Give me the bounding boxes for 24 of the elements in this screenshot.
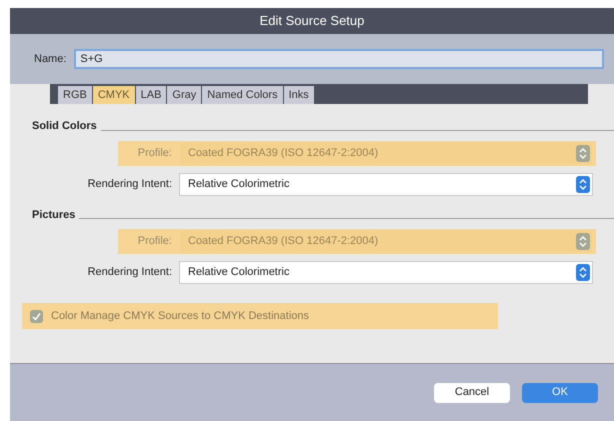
dropdown-arrows-icon <box>576 264 590 281</box>
tab[interactable]: Named Colors <box>202 86 283 104</box>
name-label: Name: <box>34 52 66 67</box>
tab[interactable]: LAB <box>136 86 166 104</box>
field-label: Rendering Intent: <box>86 265 173 280</box>
field-label: Profile: <box>136 146 173 161</box>
dropdown-arrows-icon <box>576 144 590 162</box>
field-label: Profile: <box>136 234 173 250</box>
field-label: Rendering Intent: <box>86 176 173 192</box>
tab[interactable]: RGB <box>58 86 92 104</box>
dropdown-arrows-icon <box>576 233 590 250</box>
dropdown-arrows-icon <box>576 176 590 192</box>
checkbox-label: Color Manage CMYK Sources to CMYK Destinations <box>51 308 309 324</box>
ok-button[interactable]: OK <box>522 382 598 402</box>
name-field[interactable]: S+G <box>74 49 604 69</box>
tab[interactable]: Inks <box>284 86 314 104</box>
cancel-button[interactable]: Cancel <box>434 382 510 402</box>
tab[interactable]: Gray <box>167 86 202 104</box>
window-title: Edit Source Setup <box>260 12 364 30</box>
section-title: Solid Colors <box>32 119 97 134</box>
tab[interactable]: CMYK <box>92 86 135 104</box>
profile-dropdown[interactable]: Relative Colorimetric <box>180 262 592 283</box>
profile-dropdown[interactable]: Relative Colorimetric <box>180 174 592 194</box>
section-title: Pictures <box>32 208 76 222</box>
